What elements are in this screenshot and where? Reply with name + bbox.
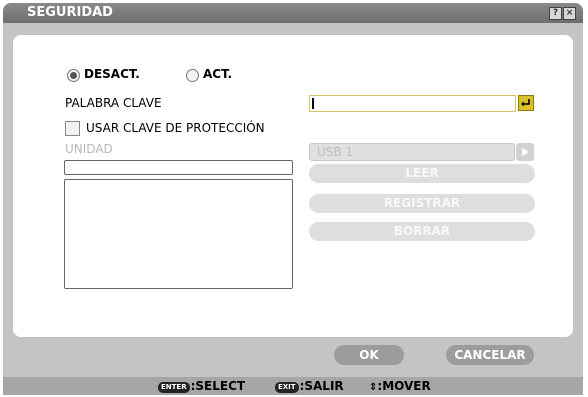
enter-hint: ENTER:SELECT bbox=[158, 378, 245, 394]
unit-label: UNIDAD bbox=[65, 142, 113, 156]
close-icon[interactable]: × bbox=[563, 7, 576, 20]
radio-desact-label: DESACT. bbox=[84, 67, 140, 81]
unit-file-list[interactable] bbox=[64, 179, 293, 289]
exit-key-icon: EXIT bbox=[275, 382, 299, 393]
enter-return-icon[interactable] bbox=[518, 95, 534, 111]
keyword-input[interactable] bbox=[309, 95, 516, 112]
text-cursor bbox=[312, 98, 314, 109]
unit-dropdown-arrow[interactable] bbox=[516, 143, 534, 161]
move-hint-text: :MOVER bbox=[377, 379, 431, 393]
enter-key-icon: ENTER bbox=[158, 382, 190, 393]
select-hint-text: :SELECT bbox=[190, 379, 246, 393]
title-bar: SEGURIDAD ? × bbox=[3, 3, 583, 23]
move-hint: ⇕:MOVER bbox=[369, 378, 431, 395]
security-dialog: SEGURIDAD ? × DESACT. ACT. PALABRA CLAVE… bbox=[3, 3, 583, 395]
help-icon[interactable]: ? bbox=[549, 7, 562, 20]
ok-button[interactable]: OK bbox=[334, 345, 404, 365]
radio-act[interactable] bbox=[186, 69, 199, 82]
footer-hints: ENTER:SELECT EXIT:SALIR ⇕:MOVER bbox=[3, 377, 583, 395]
register-button[interactable]: REGISTRAR bbox=[309, 194, 535, 213]
dialog-title: SEGURIDAD bbox=[27, 5, 113, 20]
unit-select[interactable]: USB 1 bbox=[309, 143, 515, 161]
protection-key-checkbox[interactable] bbox=[65, 121, 80, 136]
radio-desact[interactable] bbox=[67, 69, 80, 82]
cancel-button[interactable]: CANCELAR bbox=[446, 345, 534, 365]
radio-act-label: ACT. bbox=[203, 67, 233, 81]
exit-hint: EXIT:SALIR bbox=[275, 378, 344, 394]
settings-panel: DESACT. ACT. PALABRA CLAVE USAR CLAVE DE… bbox=[13, 35, 573, 337]
read-button[interactable]: LEER bbox=[309, 164, 535, 183]
delete-button[interactable]: BORRAR bbox=[309, 222, 535, 241]
triangle-right-icon bbox=[522, 148, 529, 156]
protection-key-label: USAR CLAVE DE PROTECCIÓN bbox=[86, 121, 265, 135]
exit-hint-text: :SALIR bbox=[299, 379, 344, 393]
keyword-label: PALABRA CLAVE bbox=[65, 96, 162, 110]
unit-name-field[interactable] bbox=[64, 160, 293, 175]
